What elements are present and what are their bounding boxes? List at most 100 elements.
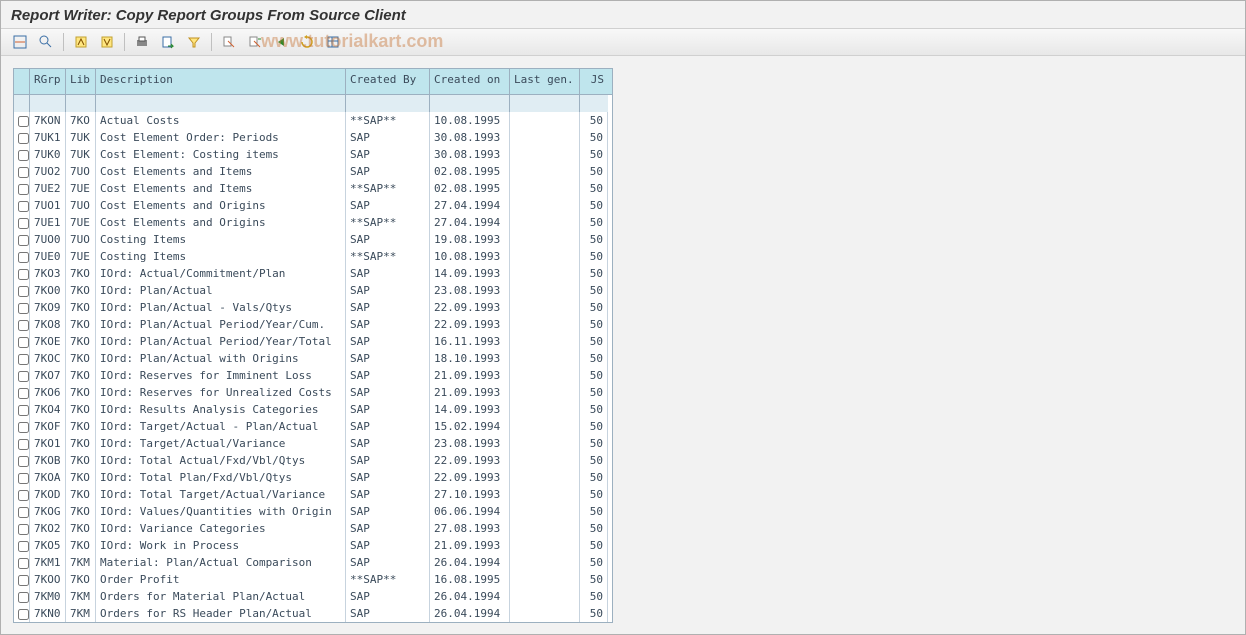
table-row[interactable]: 7UO27UOCost Elements and ItemsSAP02.08.1… bbox=[14, 163, 612, 180]
cell-created-by: SAP bbox=[346, 265, 430, 282]
cell-js: 50 bbox=[580, 129, 608, 146]
table-row[interactable]: 7KO07KOIOrd: Plan/ActualSAP23.08.199350 bbox=[14, 282, 612, 299]
table-row[interactable]: 7KO97KOIOrd: Plan/Actual - Vals/QtysSAP2… bbox=[14, 299, 612, 316]
row-checkbox[interactable] bbox=[18, 388, 29, 399]
cell-rgrp: 7KM0 bbox=[30, 588, 66, 605]
details-icon[interactable] bbox=[35, 32, 57, 52]
layout-icon[interactable] bbox=[322, 32, 344, 52]
table-row[interactable]: 7KO67KOIOrd: Reserves for Unrealized Cos… bbox=[14, 384, 612, 401]
cell-lib: 7KO bbox=[66, 316, 96, 333]
table-row[interactable]: 7KON7KOActual Costs**SAP**10.08.199550 bbox=[14, 112, 612, 129]
row-checkbox[interactable] bbox=[18, 490, 29, 501]
refresh-icon[interactable] bbox=[296, 32, 318, 52]
grid-body[interactable]: 7KON7KOActual Costs**SAP**10.08.1995507U… bbox=[14, 112, 612, 622]
row-checkbox[interactable] bbox=[18, 541, 29, 552]
find-icon[interactable] bbox=[218, 32, 240, 52]
row-checkbox[interactable] bbox=[18, 371, 29, 382]
col-last-gen[interactable]: Last gen. bbox=[510, 69, 580, 94]
table-row[interactable]: 7UE17UECost Elements and Origins**SAP**2… bbox=[14, 214, 612, 231]
table-row[interactable]: 7KM17KMMaterial: Plan/Actual ComparisonS… bbox=[14, 554, 612, 571]
cell-js: 50 bbox=[580, 367, 608, 384]
row-checkbox[interactable] bbox=[18, 218, 29, 229]
row-checkbox[interactable] bbox=[18, 320, 29, 331]
filter-icon[interactable] bbox=[183, 32, 205, 52]
table-row[interactable]: 7KO27KOIOrd: Variance CategoriesSAP27.08… bbox=[14, 520, 612, 537]
col-created-by[interactable]: Created By bbox=[346, 69, 430, 94]
table-row[interactable]: 7KOO7KOOrder Profit**SAP**16.08.199550 bbox=[14, 571, 612, 588]
table-row[interactable]: 7KOC7KOIOrd: Plan/Actual with OriginsSAP… bbox=[14, 350, 612, 367]
table-row[interactable]: 7UK17UKCost Element Order: PeriodsSAP30.… bbox=[14, 129, 612, 146]
row-checkbox[interactable] bbox=[18, 167, 29, 178]
cell-lib: 7KO bbox=[66, 435, 96, 452]
table-row[interactable]: 7KO47KOIOrd: Results Analysis Categories… bbox=[14, 401, 612, 418]
table-row[interactable]: 7KM07KMOrders for Material Plan/ActualSA… bbox=[14, 588, 612, 605]
row-checkbox[interactable] bbox=[18, 303, 29, 314]
cell-created-by: **SAP** bbox=[346, 248, 430, 265]
print-icon[interactable] bbox=[131, 32, 153, 52]
row-checkbox[interactable] bbox=[18, 201, 29, 212]
cell-created-by: SAP bbox=[346, 469, 430, 486]
cell-desc: Costing Items bbox=[96, 231, 346, 248]
cell-created-by: SAP bbox=[346, 503, 430, 520]
cell-desc: IOrd: Results Analysis Categories bbox=[96, 401, 346, 418]
find-next-icon[interactable] bbox=[244, 32, 266, 52]
col-desc[interactable]: Description bbox=[96, 69, 346, 94]
row-checkbox[interactable] bbox=[18, 150, 29, 161]
row-checkbox[interactable] bbox=[18, 456, 29, 467]
row-checkbox[interactable] bbox=[18, 252, 29, 263]
row-checkbox[interactable] bbox=[18, 592, 29, 603]
table-row[interactable]: 7KO57KOIOrd: Work in ProcessSAP21.09.199… bbox=[14, 537, 612, 554]
cell-desc: IOrd: Total Actual/Fxd/Vbl/Qtys bbox=[96, 452, 346, 469]
row-checkbox[interactable] bbox=[18, 286, 29, 297]
back-icon[interactable] bbox=[270, 32, 292, 52]
cell-rgrp: 7KO1 bbox=[30, 435, 66, 452]
table-row[interactable]: 7UO17UOCost Elements and OriginsSAP27.04… bbox=[14, 197, 612, 214]
table-row[interactable]: 7KO17KOIOrd: Target/Actual/VarianceSAP23… bbox=[14, 435, 612, 452]
row-checkbox[interactable] bbox=[18, 524, 29, 535]
cell-js: 50 bbox=[580, 231, 608, 248]
table-row[interactable]: 7KOB7KOIOrd: Total Actual/Fxd/Vbl/QtysSA… bbox=[14, 452, 612, 469]
table-row[interactable]: 7KO37KOIOrd: Actual/Commitment/PlanSAP14… bbox=[14, 265, 612, 282]
table-row[interactable]: 7KOD7KOIOrd: Total Target/Actual/Varianc… bbox=[14, 486, 612, 503]
row-checkbox[interactable] bbox=[18, 405, 29, 416]
col-created-on[interactable]: Created on bbox=[430, 69, 510, 94]
table-row[interactable]: 7KOF7KOIOrd: Target/Actual - Plan/Actual… bbox=[14, 418, 612, 435]
cell-lib: 7KO bbox=[66, 401, 96, 418]
row-checkbox[interactable] bbox=[18, 235, 29, 246]
row-checkbox[interactable] bbox=[18, 337, 29, 348]
row-checkbox[interactable] bbox=[18, 269, 29, 280]
cell-rgrp: 7UO2 bbox=[30, 163, 66, 180]
export-icon[interactable] bbox=[157, 32, 179, 52]
row-checkbox[interactable] bbox=[18, 558, 29, 569]
row-checkbox[interactable] bbox=[18, 575, 29, 586]
row-checkbox[interactable] bbox=[18, 116, 29, 127]
cell-created-on: 27.10.1993 bbox=[430, 486, 510, 503]
cell-rgrp: 7UE1 bbox=[30, 214, 66, 231]
row-checkbox[interactable] bbox=[18, 422, 29, 433]
col-js[interactable]: JS bbox=[580, 69, 608, 94]
row-checkbox[interactable] bbox=[18, 184, 29, 195]
row-checkbox[interactable] bbox=[18, 507, 29, 518]
col-rgrp[interactable]: RGrp bbox=[30, 69, 66, 94]
cell-desc: IOrd: Values/Quantities with Origin bbox=[96, 503, 346, 520]
deselect-all-icon[interactable] bbox=[9, 32, 31, 52]
sort-desc-icon[interactable] bbox=[96, 32, 118, 52]
table-row[interactable]: 7UE07UECosting Items**SAP**10.08.199350 bbox=[14, 248, 612, 265]
table-row[interactable]: 7UK07UKCost Element: Costing itemsSAP30.… bbox=[14, 146, 612, 163]
table-row[interactable]: 7KO77KOIOrd: Reserves for Imminent LossS… bbox=[14, 367, 612, 384]
row-checkbox[interactable] bbox=[18, 439, 29, 450]
table-row[interactable]: 7KOG7KOIOrd: Values/Quantities with Orig… bbox=[14, 503, 612, 520]
cell-created-by: SAP bbox=[346, 384, 430, 401]
table-row[interactable]: 7UO07UOCosting ItemsSAP19.08.199350 bbox=[14, 231, 612, 248]
sort-asc-icon[interactable] bbox=[70, 32, 92, 52]
col-lib[interactable]: Lib bbox=[66, 69, 96, 94]
table-row[interactable]: 7KOA7KOIOrd: Total Plan/Fxd/Vbl/QtysSAP2… bbox=[14, 469, 612, 486]
row-checkbox[interactable] bbox=[18, 133, 29, 144]
row-checkbox[interactable] bbox=[18, 473, 29, 484]
row-checkbox[interactable] bbox=[18, 354, 29, 365]
row-checkbox[interactable] bbox=[18, 609, 29, 620]
table-row[interactable]: 7KO87KOIOrd: Plan/Actual Period/Year/Cum… bbox=[14, 316, 612, 333]
table-row[interactable]: 7KN07KMOrders for RS Header Plan/ActualS… bbox=[14, 605, 612, 622]
table-row[interactable]: 7UE27UECost Elements and Items**SAP**02.… bbox=[14, 180, 612, 197]
table-row[interactable]: 7KOE7KOIOrd: Plan/Actual Period/Year/Tot… bbox=[14, 333, 612, 350]
